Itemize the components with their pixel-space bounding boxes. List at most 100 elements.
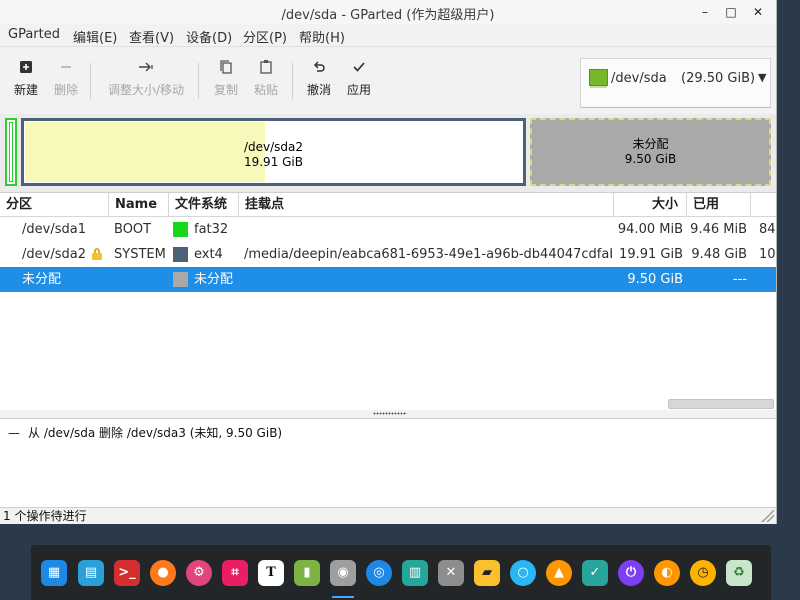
resize-move-label: 调整大小/移动: [107, 83, 185, 97]
active-app-indicator: [332, 596, 354, 598]
dock: ▦ ▤ >_ ● ⚙ ⌗ T ▮ ◉ ◎ ▥ ✕ ▰ ○ ▲ ✓ ⏻ ◐ ◷ ♻: [31, 545, 771, 600]
menu-gparted[interactable]: GParted: [8, 27, 60, 42]
cell-used: 9.46 MiB: [690, 222, 747, 237]
paste-label: 粘贴: [253, 83, 278, 97]
chevron-down-icon: ▼: [758, 71, 767, 84]
clock-icon[interactable]: ◷: [690, 560, 716, 586]
paste-icon: [250, 59, 282, 79]
menu-partition[interactable]: 分区(P): [243, 27, 287, 46]
cell-unused: 84: [759, 222, 776, 237]
copy-button[interactable]: 复制: [210, 59, 242, 98]
horizontal-scrollbar[interactable]: [668, 399, 774, 409]
table-row[interactable]: /dev/sda2 SYSTEM ext4 /media/deepin/eabc…: [0, 242, 776, 267]
copy-icon: [210, 59, 242, 79]
installer-icon[interactable]: ▲: [546, 560, 572, 586]
splitter-grip[interactable]: [373, 412, 407, 415]
column-filesystem[interactable]: 文件系统: [169, 193, 239, 216]
cell-partition: /dev/sda2: [22, 247, 86, 262]
operation-item[interactable]: — 从 /dev/sda 删除 /dev/sda3 (未知, 9.50 GiB): [8, 424, 282, 441]
cell-partition: 未分配: [22, 272, 62, 287]
new-button[interactable]: 新建: [10, 59, 42, 98]
graph-unallocated-name: 未分配: [632, 137, 669, 151]
fs-color-swatch: [173, 247, 188, 262]
menu-bar: GParted 编辑(E) 查看(V) 设备(D) 分区(P) 帮助(H): [0, 24, 776, 46]
fs-color-swatch: [173, 222, 188, 237]
graph-unallocated-label: 未分配 9.50 GiB: [532, 137, 769, 167]
cell-name: BOOT: [114, 222, 152, 237]
disk-utility-icon[interactable]: ◉: [330, 560, 356, 586]
menu-device[interactable]: 设备(D): [186, 27, 232, 46]
text-editor-icon[interactable]: T: [258, 560, 284, 586]
delete-button[interactable]: 删除: [50, 59, 82, 98]
tools-icon[interactable]: ✕: [438, 560, 464, 586]
device-selector[interactable]: /dev/sda (29.50 GiB) ▼: [580, 58, 771, 108]
repair-tool-icon[interactable]: ✓: [582, 560, 608, 586]
screenshot-icon[interactable]: ⌗: [222, 560, 248, 586]
system-monitor-icon[interactable]: ▥: [402, 560, 428, 586]
disk-icon: [589, 69, 608, 88]
graph-sda2-label: /dev/sda2 19.91 GiB: [24, 140, 523, 170]
toolbar-separator: [292, 63, 293, 99]
file-manager-icon[interactable]: ▤: [78, 560, 104, 586]
cell-filesystem: fat32: [194, 222, 229, 237]
table-row-selected[interactable]: 未分配 未分配 9.50 GiB ---: [0, 267, 776, 292]
column-name[interactable]: Name: [109, 193, 169, 216]
apply-button[interactable]: 应用: [343, 59, 375, 98]
terminal-icon[interactable]: >_: [114, 560, 140, 586]
cell-used: ---: [732, 272, 747, 287]
column-mountpoint[interactable]: 挂载点: [239, 193, 614, 216]
device-name: /dev/sda: [611, 71, 667, 86]
menu-help[interactable]: 帮助(H): [299, 27, 345, 46]
gparted-window: /dev/sda - GParted (作为超级用户) – □ ✕ GParte…: [0, 0, 777, 524]
close-button[interactable]: ✕: [747, 2, 769, 22]
resize-move-icon: [104, 59, 188, 79]
operation-text: 从 /dev/sda 删除 /dev/sda3 (未知, 9.50 GiB): [28, 426, 283, 440]
delete-icon: [50, 59, 82, 79]
column-size[interactable]: 大小: [614, 193, 687, 216]
status-bar: 1 个操作待进行: [3, 509, 87, 523]
toolbar-separator: [198, 63, 199, 99]
deepin-store-icon[interactable]: ◎: [366, 560, 392, 586]
apply-label: 应用: [346, 83, 371, 97]
undo-button[interactable]: 撤消: [303, 59, 335, 98]
archive-manager-icon[interactable]: ▮: [294, 560, 320, 586]
table-header: 分区 Name 文件系统 挂载点 大小 已用: [0, 193, 776, 217]
graph-unallocated[interactable]: 未分配 9.50 GiB: [530, 118, 771, 186]
boot-maker-icon[interactable]: ○: [510, 560, 536, 586]
graph-partition-sda2[interactable]: /dev/sda2 19.91 GiB: [21, 118, 526, 186]
column-partition[interactable]: 分区: [0, 193, 109, 216]
delete-label: 删除: [53, 83, 78, 97]
title-bar[interactable]: /dev/sda - GParted (作为超级用户) – □ ✕: [0, 0, 776, 24]
cell-filesystem: 未分配: [194, 272, 234, 287]
minimize-button[interactable]: –: [694, 2, 716, 22]
shutdown-icon[interactable]: ⏻: [618, 560, 644, 586]
cell-used: 9.48 GiB: [691, 247, 747, 262]
menu-edit[interactable]: 编辑(E): [73, 27, 117, 46]
menu-view[interactable]: 查看(V): [129, 27, 174, 46]
table-row[interactable]: /dev/sda1 BOOT fat32 94.00 MiB 9.46 MiB …: [0, 217, 776, 242]
graph-partition-sda1[interactable]: [5, 118, 17, 186]
launcher-icon[interactable]: ▦: [41, 560, 67, 586]
paste-button[interactable]: 粘贴: [250, 59, 282, 98]
pane-splitter[interactable]: [0, 410, 776, 418]
timeshift-icon[interactable]: ◐: [654, 560, 680, 586]
window-title: /dev/sda - GParted (作为超级用户): [281, 8, 495, 23]
toolbar-separator: [90, 63, 91, 99]
trash-icon[interactable]: ♻: [726, 560, 752, 586]
maximize-button[interactable]: □: [720, 2, 742, 22]
window-resize-grip[interactable]: [760, 510, 774, 522]
undo-label: 撤消: [306, 83, 331, 97]
column-unused[interactable]: [751, 193, 776, 216]
cell-mountpoint: /media/deepin/eabca681-6953-49e1-a96b-db…: [244, 247, 612, 262]
usb-creator-icon[interactable]: ▰: [474, 560, 500, 586]
firefox-icon[interactable]: ●: [150, 560, 176, 586]
resize-move-button[interactable]: 调整大小/移动: [104, 59, 188, 98]
new-icon: [10, 59, 42, 79]
graph-sda2-name: /dev/sda2: [243, 140, 304, 154]
settings-icon[interactable]: ⚙: [186, 560, 212, 586]
cell-size: 19.91 GiB: [619, 247, 683, 262]
column-used[interactable]: 已用: [687, 193, 751, 216]
partition-graph: /dev/sda2 19.91 GiB 未分配 9.50 GiB: [0, 114, 776, 192]
apply-icon: [343, 59, 375, 79]
delete-operation-icon: —: [8, 426, 20, 440]
